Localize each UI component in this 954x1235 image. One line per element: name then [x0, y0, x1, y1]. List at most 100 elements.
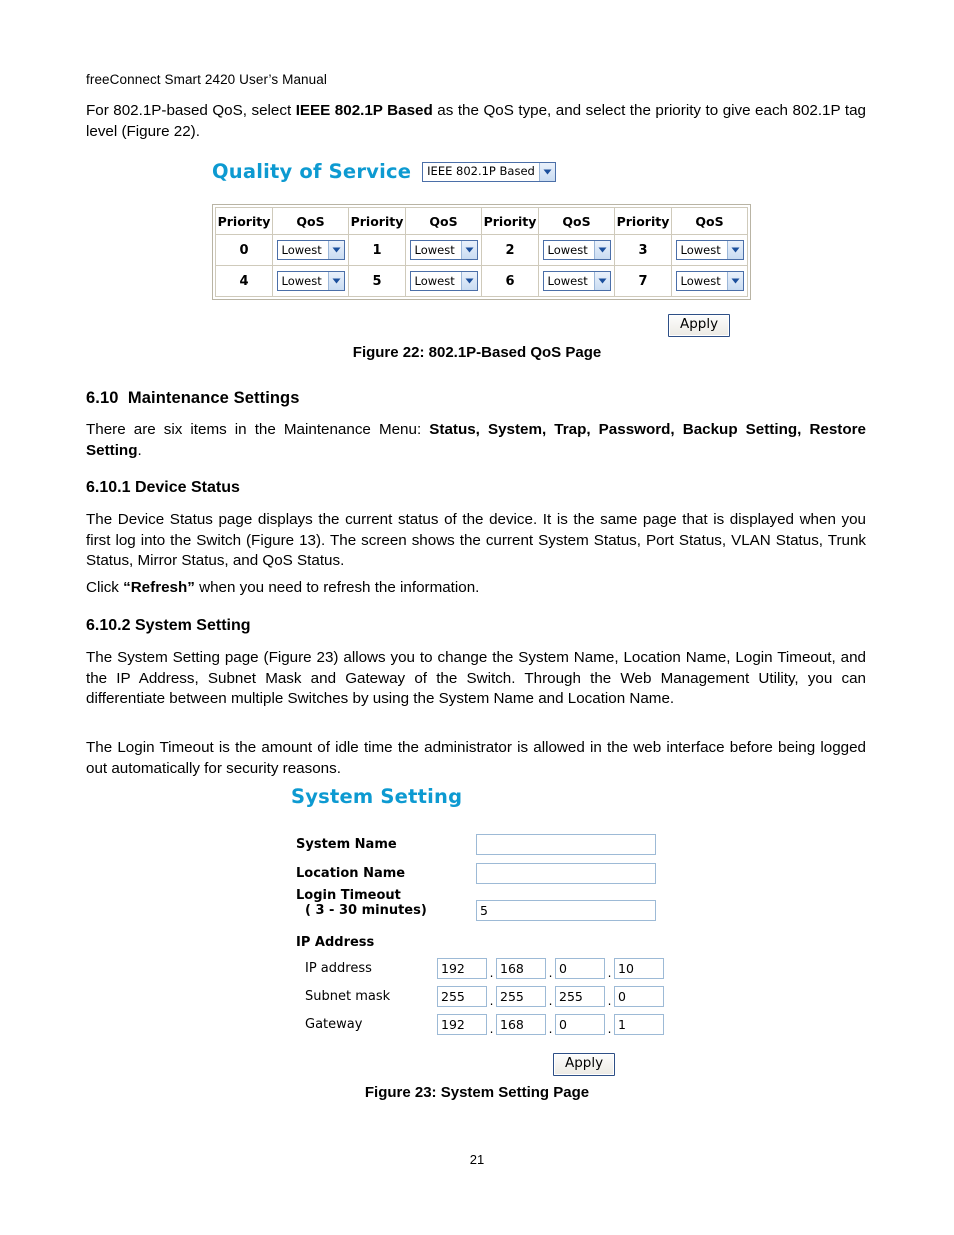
- qos-ui-title: Quality of Service: [212, 160, 412, 183]
- qos-header-row: Quality of Service IEEE 802.1P Based: [212, 160, 556, 183]
- qos-level-value: Lowest: [281, 273, 322, 288]
- qos-level-value: Lowest: [414, 273, 455, 288]
- col-header-priority-3: Priority: [481, 207, 539, 235]
- gateway-octet-1[interactable]: 192: [437, 1013, 487, 1035]
- system-setting-ui-title: System Setting: [291, 785, 463, 808]
- chevron-down-icon: [726, 241, 743, 260]
- intro-paragraph-bold: IEEE 802.1P Based: [295, 102, 433, 119]
- heading-maintenance-settings: 6.10 Maintenance Settings: [86, 389, 300, 408]
- col-header-qos-2: QoS: [405, 207, 482, 235]
- ip-separator: .: [489, 994, 494, 1008]
- priority-value: 4: [215, 265, 273, 297]
- qos-cell: Lowest: [272, 265, 349, 297]
- subnet-mask-octet-3[interactable]: 255: [555, 985, 605, 1007]
- ip-separator: .: [607, 966, 612, 980]
- device-status-paragraph: The Device Status page displays the curr…: [86, 511, 866, 569]
- row-system-name: System Name: [296, 830, 664, 859]
- subnet-mask-octet-2[interactable]: 255: [496, 985, 546, 1007]
- location-name-input[interactable]: [476, 863, 656, 884]
- qos-cell: Lowest: [272, 234, 349, 266]
- chevron-down-icon: [593, 241, 610, 260]
- qos-level-select[interactable]: Lowest: [675, 271, 744, 292]
- maintenance-paragraph: There are six items in the Maintenance M…: [86, 420, 866, 461]
- qos-level-select[interactable]: Lowest: [542, 240, 611, 261]
- maintenance-paragraph-pre: There are six items in the Maintenance M…: [86, 421, 430, 438]
- gateway-octet-2[interactable]: 168: [496, 1013, 546, 1035]
- row-location-name: Location Name: [296, 859, 664, 888]
- qos-level-value: Lowest: [281, 242, 322, 257]
- qos-cell: Lowest: [405, 234, 482, 266]
- qos-cell: Lowest: [671, 265, 748, 297]
- col-header-priority-4: Priority: [614, 207, 672, 235]
- subnet-mask-label: Subnet mask: [305, 988, 391, 1004]
- ip-address-octet-1[interactable]: 192: [437, 957, 487, 979]
- ip-separator: .: [489, 966, 494, 980]
- chevron-down-icon: [460, 241, 477, 260]
- heading-maintenance-number: 6.10: [86, 389, 119, 407]
- login-timeout-label-main: Login Timeout: [296, 888, 401, 903]
- ip-separator: .: [548, 994, 553, 1008]
- ip-address-octet-3[interactable]: 0: [555, 957, 605, 979]
- heading-system-setting-number: 6.10.2: [86, 617, 131, 634]
- qos-cell: Lowest: [671, 234, 748, 266]
- gateway-label: Gateway: [305, 1016, 363, 1032]
- priority-value: 6: [481, 265, 539, 297]
- col-header-qos-3: QoS: [538, 207, 615, 235]
- refresh-paragraph-post: when you need to refresh the information…: [194, 579, 480, 596]
- chevron-down-icon: [327, 272, 344, 291]
- intro-paragraph-pre: For 802.1P-based QoS, select: [86, 102, 296, 119]
- qos-level-select[interactable]: Lowest: [675, 240, 744, 261]
- qos-type-select[interactable]: IEEE 802.1P Based: [422, 161, 556, 182]
- table-row: 0 Lowest 1 Lowest 2 Lowest 3 Lowest: [215, 234, 748, 266]
- system-setting-paragraph-1: The System Setting page (Figure 23) allo…: [86, 649, 866, 707]
- priority-value: 2: [481, 234, 539, 266]
- system-name-input[interactable]: [476, 834, 656, 855]
- qos-cell: Lowest: [538, 265, 615, 297]
- heading-device-status-number: 6.10.1: [86, 479, 131, 496]
- col-header-priority-2: Priority: [348, 207, 406, 235]
- login-timeout-label-range: ( 3 - 30 minutes): [305, 903, 427, 918]
- ip-address-octet-4[interactable]: 10: [614, 957, 664, 979]
- qos-level-value: Lowest: [680, 273, 721, 288]
- qos-type-select-value: IEEE 802.1P Based: [427, 163, 535, 178]
- priority-value: 1: [348, 234, 406, 266]
- qos-level-select[interactable]: Lowest: [409, 240, 478, 261]
- gateway-octet-3[interactable]: 0: [555, 1013, 605, 1035]
- ip-separator: .: [548, 966, 553, 980]
- chevron-down-icon: [593, 272, 610, 291]
- qos-cell: Lowest: [538, 234, 615, 266]
- priority-value: 3: [614, 234, 672, 266]
- qos-apply-button[interactable]: Apply: [668, 314, 731, 337]
- subnet-mask-octet-1[interactable]: 255: [437, 985, 487, 1007]
- login-timeout-label: Login Timeout ( 3 - 30 minutes): [296, 888, 476, 918]
- system-setting-form: System Name Location Name Login Timeout …: [296, 830, 664, 1038]
- qos-level-select[interactable]: Lowest: [276, 240, 345, 261]
- heading-system-setting: 6.10.2 System Setting: [86, 617, 251, 635]
- location-name-label: Location Name: [296, 866, 406, 881]
- subnet-mask-octet-4[interactable]: 0: [614, 985, 664, 1007]
- ip-separator: .: [607, 1022, 612, 1036]
- figure-22-caption: Figure 22: 802.1P-Based QoS Page: [352, 344, 602, 361]
- row-ip-address: IP address 192 . 168 . 0 . 10: [296, 954, 664, 982]
- ip-address-octet-2[interactable]: 168: [496, 957, 546, 979]
- priority-value: 0: [215, 234, 273, 266]
- qos-level-select[interactable]: Lowest: [409, 271, 478, 292]
- login-timeout-input[interactable]: 5: [476, 900, 656, 921]
- chevron-down-icon: [460, 272, 477, 291]
- row-login-timeout: Login Timeout ( 3 - 30 minutes) 5: [296, 888, 664, 924]
- qos-level-select[interactable]: Lowest: [276, 271, 345, 292]
- gateway-octet-4[interactable]: 1: [614, 1013, 664, 1035]
- qos-level-value: Lowest: [547, 242, 588, 257]
- system-name-label: System Name: [296, 837, 397, 852]
- ip-separator: .: [489, 1022, 494, 1036]
- chevron-down-icon: [327, 241, 344, 260]
- maintenance-paragraph-post: .: [137, 441, 142, 459]
- system-setting-apply-button[interactable]: Apply: [553, 1053, 616, 1076]
- document-page: freeConnect Smart 2420 User’s Manual For…: [0, 0, 954, 1235]
- system-setting-paragraph-2: The Login Timeout is the amount of idle …: [86, 739, 866, 777]
- qos-level-value: Lowest: [414, 242, 455, 257]
- qos-level-select[interactable]: Lowest: [542, 271, 611, 292]
- col-header-qos-4: QoS: [671, 207, 748, 235]
- intro-paragraph: For 802.1P-based QoS, select IEEE 802.1P…: [86, 101, 866, 142]
- heading-system-setting-title: System Setting: [134, 617, 251, 634]
